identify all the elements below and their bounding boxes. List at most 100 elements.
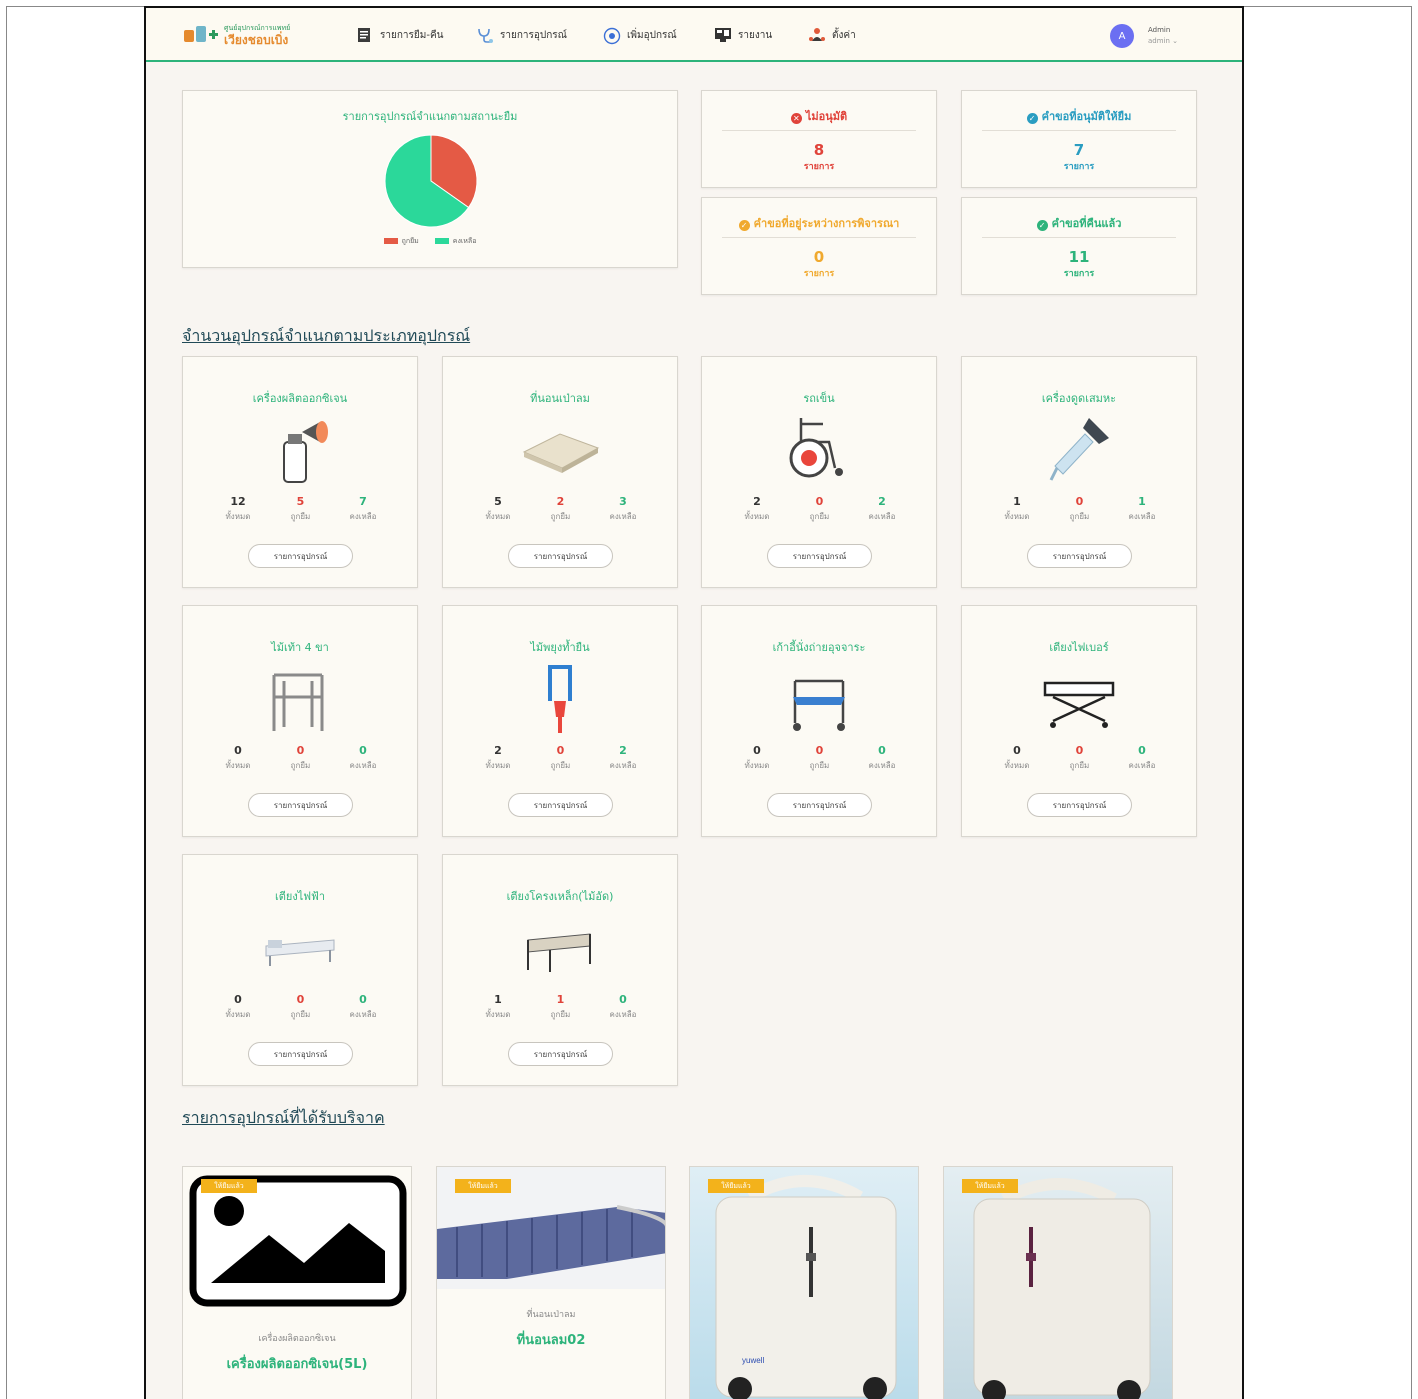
user-role[interactable]: admin ⌄ bbox=[1148, 37, 1178, 45]
status-badge: ให้ยืมแล้ว bbox=[962, 1179, 1018, 1193]
nav-label: รายการยืม-คืน bbox=[380, 29, 444, 41]
stat-title: ✓ คำขอที่คืนแล้ว bbox=[962, 214, 1196, 232]
status-badge: ให้ยืมแล้ว bbox=[455, 1179, 511, 1193]
steel-bed-icon bbox=[520, 910, 600, 985]
equipment-list-button[interactable]: รายการอุปกรณ์ bbox=[248, 544, 353, 568]
stat-unit: รายการ bbox=[1063, 269, 1095, 279]
top-navbar: ศูนย์อุปกรณ์การแพทย์ เวียงชอบเบิ่ง รายกา… bbox=[146, 8, 1242, 62]
donation-card[interactable]: ให้ยืมแล้ว เครื่องผลิตออกซิเจน เครื่องผล… bbox=[182, 1166, 412, 1399]
pending-circle-icon: ✓ bbox=[738, 220, 750, 231]
divider bbox=[722, 237, 916, 238]
stat-total: 1 ทั้งหมด bbox=[1004, 495, 1030, 521]
equipment-name: ที่นอนเป่าลม bbox=[530, 392, 590, 405]
equipment-card: เตียงโครงเหล็ก(ไม้อัด) 1 ทั้งหมด 1 ถูกยืม 0 คง… bbox=[442, 854, 678, 1086]
stat-unit: รายการ bbox=[1063, 162, 1095, 172]
stat-total: 2 ทั้งหมด bbox=[744, 495, 770, 521]
equipment-list-button[interactable]: รายการอุปกรณ์ bbox=[248, 793, 353, 817]
equipment-section-title: จำนวนอุปกรณ์จำแนกตามประเภทอุปกรณ์ bbox=[182, 326, 471, 345]
legend-item-borrowed: ถูกยืม bbox=[383, 236, 419, 247]
equipment-name: เตียงไฟฟ้า bbox=[274, 890, 325, 903]
app-window: ศูนย์อุปกรณ์การแพทย์ เวียงชอบเบิ่ง รายกา… bbox=[144, 6, 1244, 1399]
equipment-card: ที่นอนเป่าลม 5 ทั้งหมด 2 ถูกยืม 3 คงเหลือ รายกา… bbox=[442, 356, 678, 588]
stat-unit: รายการ bbox=[803, 162, 835, 172]
list-document-icon bbox=[356, 27, 374, 43]
svg-text:yuwell: yuwell bbox=[742, 1356, 764, 1365]
stat-remaining: 2 คงเหลือ bbox=[868, 495, 896, 521]
donation-card[interactable]: ให้ยืมแล้ว ที่นอนเป่าลม ที่นอนลม02 bbox=[436, 1166, 666, 1399]
equipment-card: เตียงไฟเบอร์ 0 ทั้งหมด 0 ถูกยืม 0 คงเหลือ รายกา… bbox=[961, 605, 1197, 837]
stat-total: 1 ทั้งหมด bbox=[485, 993, 511, 1019]
app-logo[interactable]: ศูนย์อุปกรณ์การแพทย์ เวียงชอบเบิ่ง bbox=[184, 22, 314, 48]
equipment-stats: 12 ทั้งหมด 5 ถูกยืม 7 คงเหลือ bbox=[208, 495, 393, 523]
suction-dropper-icon bbox=[1039, 412, 1119, 487]
logo-text-main: เวียงชอบเบิ่ง bbox=[224, 33, 289, 47]
stat-title: ✓ คำขอที่อยู่ระหว่างการพิจารณา bbox=[702, 214, 936, 232]
stat-remaining: 0 คงเหลือ bbox=[1128, 744, 1156, 770]
logo-mark-icon bbox=[184, 26, 218, 44]
stat-value: 7 bbox=[1073, 141, 1085, 159]
equipment-stats: 0 ทั้งหมด 0 ถูกยืม 0 คงเหลือ bbox=[727, 744, 912, 772]
equipment-list-button[interactable]: รายการอุปกรณ์ bbox=[508, 1042, 613, 1066]
avatar[interactable]: A bbox=[1110, 24, 1134, 48]
stat-title: ✕ ไม่อนุมัติ bbox=[702, 107, 936, 125]
oxygen-concentrator-photo bbox=[944, 1167, 1172, 1399]
stat-total: 2 ทั้งหมด bbox=[485, 744, 511, 770]
equipment-list-button[interactable]: รายการอุปกรณ์ bbox=[767, 793, 872, 817]
equipment-stats: 2 ทั้งหมด 0 ถูกยืม 2 คงเหลือ bbox=[727, 495, 912, 523]
donation-card[interactable]: ให้ยืมแล้ว yuwell bbox=[689, 1166, 919, 1399]
stat-card-returned: ✓ คำขอที่คืนแล้ว 11 รายการ bbox=[961, 197, 1197, 295]
equipment-card: เตียงไฟฟ้า 0 ทั้งหมด 0 ถูกยืม 0 คงเหลือรายการอ… bbox=[182, 854, 418, 1086]
x-circle-icon: ✕ bbox=[790, 113, 802, 124]
stat-borrowed: 2 ถูกยืม bbox=[550, 495, 571, 521]
stat-value: 8 bbox=[813, 141, 825, 159]
equipment-list-button[interactable]: รายการอุปกรณ์ bbox=[508, 544, 613, 568]
nav-label: ตั้งค่า bbox=[832, 29, 856, 41]
nav-equipment-list[interactable]: รายการอุปกรณ์ bbox=[476, 26, 567, 44]
check-circle-icon: ✓ bbox=[1036, 220, 1048, 231]
stat-borrowed: 1 ถูกยืม bbox=[550, 993, 571, 1019]
divider bbox=[722, 130, 916, 131]
stat-card-approved: ✓ คำขอที่อนุมัติให้ยืม 7 รายการ bbox=[961, 90, 1197, 188]
equipment-list-button[interactable]: รายการอุปกรณ์ bbox=[767, 544, 872, 568]
oxygen-concentrator-photo: yuwell bbox=[690, 1167, 918, 1399]
stat-value: 0 bbox=[813, 248, 825, 266]
equipment-list-button[interactable]: รายการอุปกรณ์ bbox=[248, 1042, 353, 1066]
check-circle-icon: ✓ bbox=[1026, 113, 1038, 124]
nav-label: รายการอุปกรณ์ bbox=[500, 29, 567, 41]
equipment-name: เตียงโครงเหล็ก(ไม้อัด) bbox=[506, 890, 614, 903]
nav-report[interactable]: รายงาน bbox=[714, 26, 772, 44]
equipment-card: ไม้เท้า 4 ขา 0 ทั้งหมด 0 ถูกยืม 0 คงเหลือ รายกา… bbox=[182, 605, 418, 837]
donation-card[interactable]: ให้ยืมแล้ว bbox=[943, 1166, 1173, 1399]
stat-total: 0 ทั้งหมด bbox=[225, 993, 251, 1019]
stat-remaining: 0 คงเหลือ bbox=[868, 744, 896, 770]
equipment-card: เก้าอี้นั่งถ่ายอุจจาระ 0 ทั้งหมด 0 ถูกยืม 0 คง… bbox=[701, 605, 937, 837]
stat-remaining: 3 คงเหลือ bbox=[609, 495, 637, 521]
stat-borrowed: 0 ถูกยืม bbox=[290, 993, 311, 1019]
equipment-card: เครื่องผลิตออกซิเจน 12 ทั้งหมด 5 ถูกยืม 7 คงเห… bbox=[182, 356, 418, 588]
equipment-list-button[interactable]: รายการอุปกรณ์ bbox=[1027, 544, 1132, 568]
walker-icon bbox=[260, 661, 340, 736]
stat-borrowed: 0 ถูกยืม bbox=[290, 744, 311, 770]
stat-value: 11 bbox=[1068, 248, 1090, 266]
chevron-down-icon: ⌄ bbox=[1172, 37, 1179, 45]
nav-settings[interactable]: ตั้งค่า bbox=[808, 26, 856, 44]
stat-borrowed: 5 ถูกยืม bbox=[290, 495, 311, 521]
nav-add-equipment[interactable]: เพิ่มอุปกรณ์ bbox=[603, 26, 677, 45]
donation-category: ที่นอนเป่าลม bbox=[526, 1310, 576, 1320]
stat-remaining: 0 คงเหลือ bbox=[349, 993, 377, 1019]
user-name[interactable]: Admin bbox=[1148, 26, 1170, 34]
stretcher-bed-icon bbox=[1039, 661, 1119, 736]
pie-legend: ถูกยืม คงเหลือ bbox=[183, 236, 677, 247]
equipment-stats: 0 ทั้งหมด 0 ถูกยืม 0 คงเหลือ bbox=[208, 993, 393, 1021]
stat-total: 0 ทั้งหมด bbox=[225, 744, 251, 770]
stat-borrowed: 0 ถูกยืม bbox=[1069, 495, 1090, 521]
nav-borrow-return[interactable]: รายการยืม-คืน bbox=[356, 26, 443, 44]
donation-name: เครื่องผลิตออกซิเจน(5L) bbox=[226, 1357, 368, 1372]
divider bbox=[982, 237, 1176, 238]
equipment-list-button[interactable]: รายการอุปกรณ์ bbox=[508, 793, 613, 817]
stat-remaining: 0 คงเหลือ bbox=[609, 993, 637, 1019]
equipment-list-button[interactable]: รายการอุปกรณ์ bbox=[1027, 793, 1132, 817]
stat-card-rejected: ✕ ไม่อนุมัติ 8 รายการ bbox=[701, 90, 937, 188]
equipment-name: ไม้พยุงท้ำยืน bbox=[530, 641, 590, 654]
donation-name: ที่นอนลม02 bbox=[516, 1333, 586, 1348]
